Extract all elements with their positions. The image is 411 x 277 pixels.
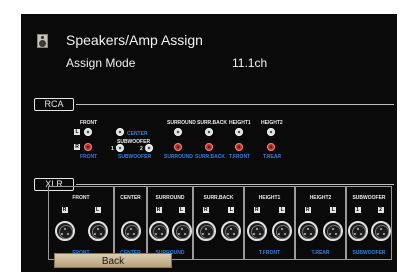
xlr-surround-label: SURROUND <box>155 195 185 201</box>
xlr-connector-icon <box>87 221 108 241</box>
xlr-surround-mark-2: L <box>178 207 185 213</box>
rca-height2-label: HEIGHT2 <box>261 120 283 126</box>
rca-height2-left-jack <box>267 128 275 136</box>
xlr-subwoofer-mark-1: 1 <box>354 207 361 213</box>
xlr-height1-label: HEIGHT1 <box>258 195 281 201</box>
rca-front-label: FRONT <box>80 120 98 126</box>
rca-surrback-right-jack <box>205 143 213 151</box>
xlr-height2-mark-2: L <box>330 207 337 213</box>
rca-subwoofer1-jack <box>116 144 124 152</box>
rca-tag: RCA <box>34 98 74 111</box>
xlr-height2-label: HEIGHT2 <box>309 195 332 201</box>
back-button[interactable]: Back <box>54 253 172 268</box>
rca-subwoofer2-jack <box>145 144 153 152</box>
assign-mode-value[interactable]: 11.1ch <box>232 56 267 70</box>
rca-surround-left-jack <box>174 128 182 136</box>
rca-height1-label: HEIGHT1 <box>229 120 251 126</box>
rca-subwoofer-num1: 1 <box>111 146 114 152</box>
rca-subwoofer-sub: SUBWOOFER <box>118 154 152 160</box>
xlr-front-mark-2: L <box>94 207 101 213</box>
speaker-icon <box>37 34 48 48</box>
xlr-height1-sub: T.FRONT <box>258 250 281 256</box>
xlr-subwoofer-mark-2: 2 <box>377 207 384 213</box>
rca-surround-right-jack <box>174 143 182 151</box>
rca-height2-right-jack <box>267 143 275 151</box>
rca-surround-label: SURROUND <box>167 120 196 126</box>
xlr-connector-icon <box>54 221 75 241</box>
rca-surrback-left-jack <box>205 128 213 136</box>
xlr-connector-icon <box>347 221 368 241</box>
xlr-height1-mark-2: L <box>279 207 286 213</box>
rca-center-label: CENTER <box>127 131 148 137</box>
xlr-height2-sub: T.REAR <box>311 250 330 256</box>
xlr-center-label: CENTER <box>120 195 141 201</box>
xlr-connector-icon <box>297 221 318 241</box>
xlr-connector-icon <box>120 221 141 241</box>
rca-front-sub: FRONT <box>80 154 98 160</box>
rca-height2-sub: T.REAR <box>263 154 282 160</box>
xlr-front-mark-1: R <box>61 207 68 213</box>
rca-divider <box>76 104 394 105</box>
rca-surrback-sub: SURR.BACK <box>195 154 225 160</box>
rca-subwoofer-num2: 2 <box>140 146 143 152</box>
xlr-connector-icon <box>246 221 267 241</box>
xlr-subwoofer-label: SUBWOOFER <box>352 195 386 201</box>
xlr-connector-icon <box>195 221 216 241</box>
xlr-height2-mark-1: R <box>304 207 311 213</box>
xlr-surr-back-mark-2: L <box>228 207 235 213</box>
xlr-divider <box>76 184 394 185</box>
xlr-connector-icon <box>370 221 391 241</box>
rca-front-left-mark: L <box>74 129 80 135</box>
xlr-surround-mark-1: R <box>155 207 162 213</box>
xlr-subwoofer-sub: SUBWOOFER <box>352 250 386 256</box>
xlr-surr-back-mark-1: R <box>202 207 209 213</box>
xlr-connector-icon <box>171 221 192 241</box>
rca-center-jack <box>116 128 124 136</box>
rca-surrback-label: SURR.BACK <box>197 120 227 126</box>
rca-front-left-jack <box>84 128 92 136</box>
speakers-amp-assign-screen: Speakers/Amp Assign Assign Mode 11.1ch R… <box>21 14 397 272</box>
rca-height1-right-jack <box>235 143 243 151</box>
rca-height1-sub: T.FRONT <box>229 154 251 160</box>
xlr-connector-icon <box>148 221 169 241</box>
rca-front-right-mark: R <box>74 144 80 150</box>
rca-surround-sub: SURROUND <box>164 154 193 160</box>
xlr-height1-mark-1: R <box>253 207 260 213</box>
xlr-front-label: FRONT <box>72 195 90 201</box>
page-title: Speakers/Amp Assign <box>66 32 203 48</box>
xlr-surr-back-label: SURR.BACK <box>203 195 234 201</box>
rca-front-right-jack <box>84 143 92 151</box>
rca-height1-left-jack <box>235 128 243 136</box>
assign-mode-label: Assign Mode <box>66 56 136 70</box>
